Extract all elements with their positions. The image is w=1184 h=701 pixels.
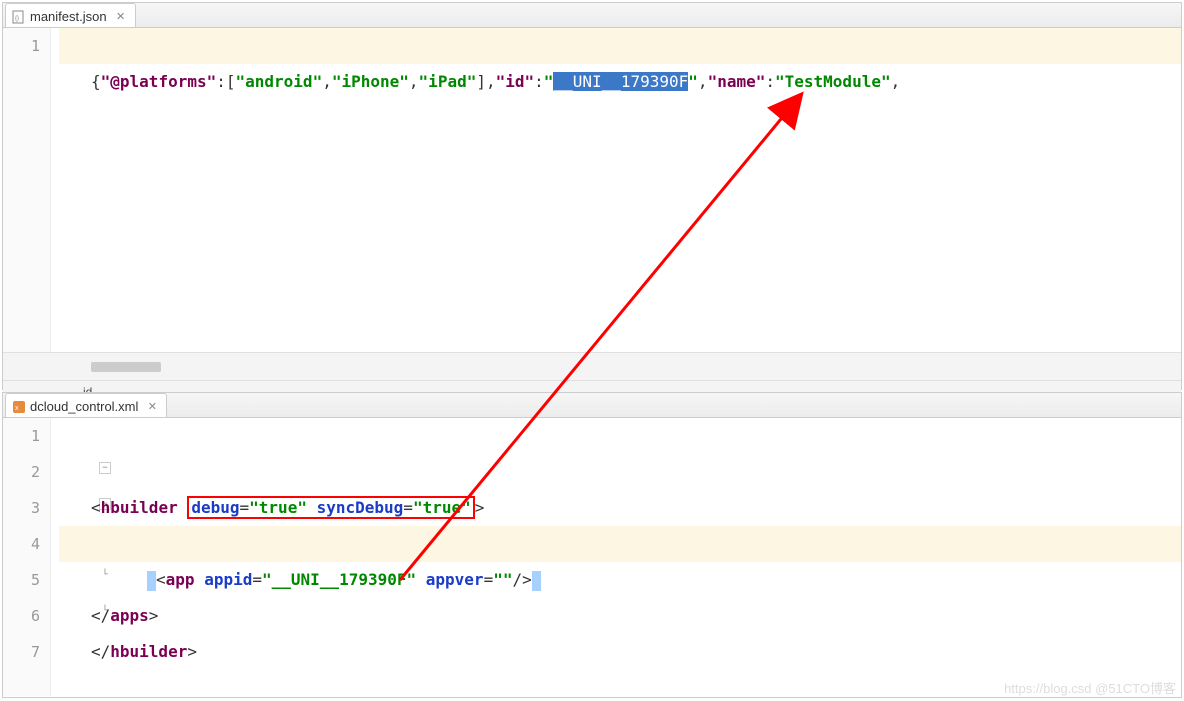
code-editor[interactable]: 1 2 3 4 5 6 7 − − └ └ <hbuilder debug="t… [3,418,1181,696]
close-icon[interactable]: ✕ [146,401,158,413]
line-number: 5 [3,562,40,598]
code-line: <app appid="__UNI__179390F" appver=""/> [59,526,1181,562]
code-line: </apps> [59,562,1181,598]
close-icon[interactable]: ✕ [115,11,127,23]
bottom-editor-pane: x dcloud_control.xml ✕ 1 2 3 4 5 6 7 − −… [2,392,1182,698]
code-line: </hbuilder> [59,598,1181,634]
line-number: 6 [3,598,40,634]
code-line: <apps> [59,490,1181,526]
line-number: 1 [3,28,40,64]
top-editor-pane: {} manifest.json ✕ 1 {"@platforms":["and… [2,2,1182,390]
selected-id-value: __UNI__179390F [553,72,688,91]
tab-label: dcloud_control.xml [30,399,138,414]
horizontal-scrollbar[interactable] [3,352,1181,380]
code-line [59,634,1181,670]
line-number: 2 [3,454,40,490]
tab-bar: x dcloud_control.xml ✕ [3,393,1181,418]
code-line: <hbuilder debug="true" syncDebug="true"> [59,454,1181,490]
line-number: 4 [3,526,40,562]
code-area[interactable]: − − └ └ <hbuilder debug="true" syncDebug… [51,418,1181,696]
line-number: 7 [3,634,40,670]
line-gutter: 1 [3,28,51,352]
code-line [59,418,1181,454]
scroll-thumb[interactable] [91,362,161,372]
code-area[interactable]: {"@platforms":["android","iPhone","iPad"… [51,28,1181,352]
svg-text:x: x [15,405,19,412]
line-number: 1 [3,418,40,454]
code-editor[interactable]: 1 {"@platforms":["android","iPhone","iPa… [3,28,1181,352]
watermark-text: https://blog.csd @51CTO博客 [1004,678,1176,697]
line-gutter: 1 2 3 4 5 6 7 [3,418,51,696]
code-line: {"@platforms":["android","iPhone","iPad"… [59,28,1181,64]
tab-manifest-json[interactable]: {} manifest.json ✕ [5,3,136,27]
xml-file-icon: x [12,400,26,414]
tab-bar: {} manifest.json ✕ [3,3,1181,28]
line-number: 3 [3,490,40,526]
tab-dcloud-control-xml[interactable]: x dcloud_control.xml ✕ [5,393,167,417]
svg-text:{}: {} [15,16,19,22]
tab-label: manifest.json [30,9,107,24]
json-file-icon: {} [12,10,26,24]
